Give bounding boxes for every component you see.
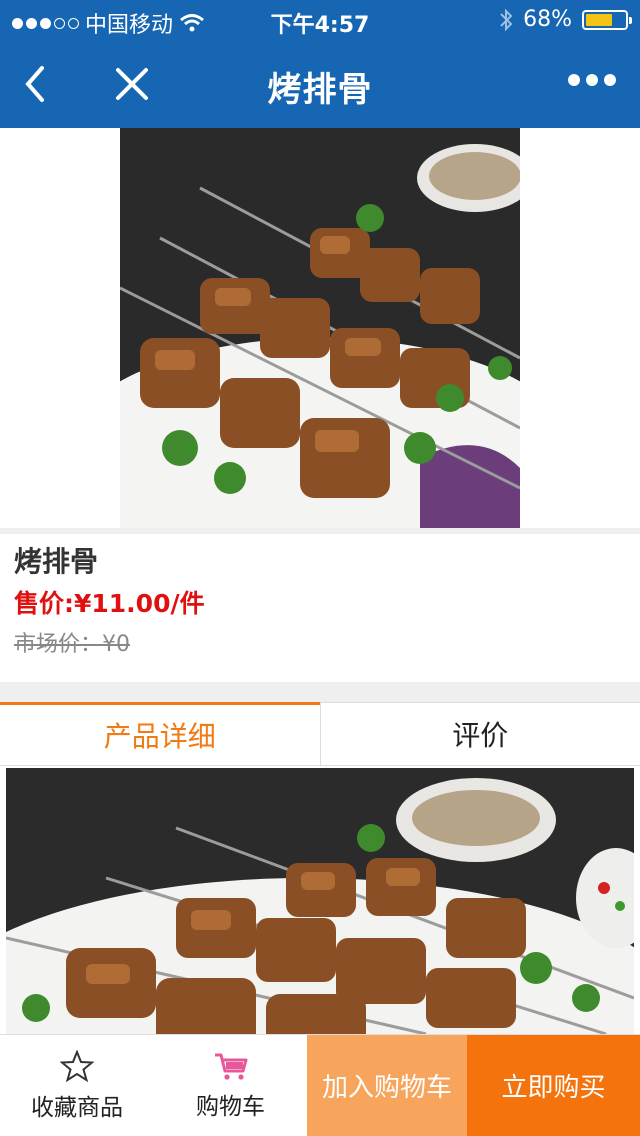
more-icon[interactable] — [568, 74, 616, 86]
section-gap — [0, 682, 640, 702]
detail-image — [6, 768, 634, 1034]
favorite-button[interactable]: 收藏商品 — [0, 1035, 154, 1136]
product-info: 烤排骨 售价:¥11.00/件 市场价：¥0 — [0, 534, 640, 682]
product-name: 烤排骨 — [14, 545, 99, 578]
battery-percent: 68% — [523, 7, 572, 32]
tab-reviews[interactable]: 评价 — [319, 702, 640, 765]
page-title: 烤排骨 — [267, 70, 373, 110]
nav-bar: 烤排骨 — [0, 40, 640, 128]
market-price: 市场价：¥0 — [14, 632, 130, 657]
status-right: 68% — [499, 7, 632, 32]
status-bar: 中国移动 下午4:57 68% — [0, 0, 640, 40]
detail-tabs: 产品详细 评价 — [0, 702, 640, 766]
shopping-cart-icon — [214, 1053, 247, 1080]
cart-label: 购物车 — [196, 1093, 265, 1120]
battery-icon — [582, 9, 632, 30]
cart-button[interactable]: 购物车 — [154, 1035, 307, 1136]
tab-product-detail[interactable]: 产品详细 — [0, 702, 320, 765]
bluetooth-icon — [500, 8, 513, 31]
add-to-cart-button[interactable]: 加入购物车 — [307, 1035, 467, 1136]
app-screen: 中国移动 下午4:57 68% 烤排骨 烤排骨 售价:¥11.00/件 市场价：… — [0, 0, 640, 1136]
bottom-action-bar: 收藏商品 购物车 加入购物车 立即购买 — [0, 1034, 640, 1136]
favorite-label: 收藏商品 — [31, 1094, 123, 1121]
star-icon — [60, 1049, 94, 1082]
product-price: 售价:¥11.00/件 — [14, 589, 205, 618]
product-image — [120, 128, 520, 528]
buy-now-button[interactable]: 立即购买 — [467, 1035, 640, 1136]
